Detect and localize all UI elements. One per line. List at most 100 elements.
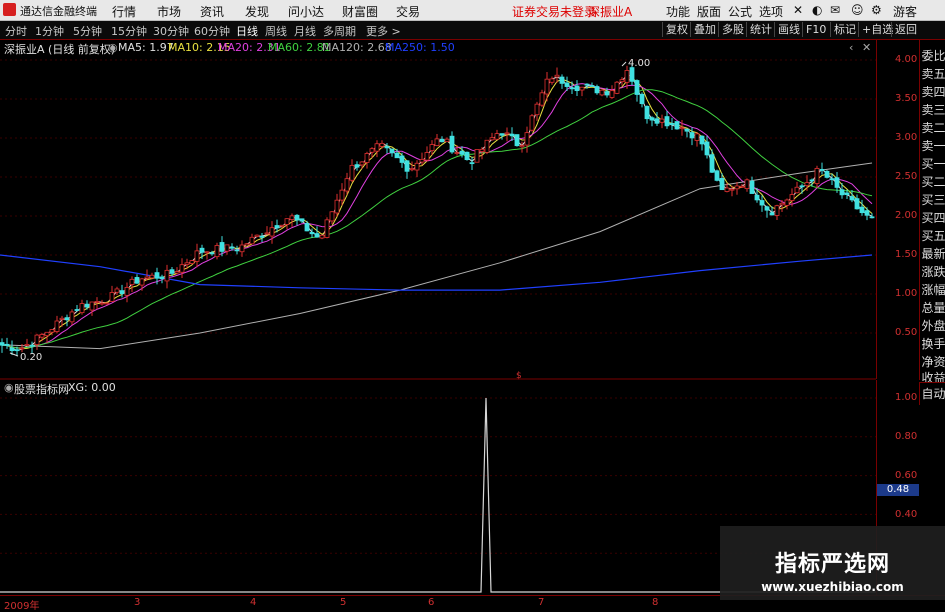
candle-body	[504, 132, 510, 135]
candle-body	[869, 216, 875, 219]
candle-body	[244, 243, 250, 246]
candle-body	[514, 134, 520, 147]
candle-body	[484, 139, 490, 153]
candle-body	[0, 342, 5, 346]
sub-chart-title: 股票指标网	[14, 383, 69, 396]
candle-body	[584, 83, 590, 86]
side-item[interactable]: 买五	[921, 226, 945, 246]
candle-body	[399, 155, 405, 163]
candle-body	[169, 269, 175, 274]
candle-body	[304, 223, 310, 232]
candle-body	[549, 78, 555, 83]
candle-body	[809, 179, 815, 182]
quote-side-panel: 委比 卖五 卖四 卖三 卖二 卖一 买一 买二 买三 买四 买五 最新 涨跌 涨…	[919, 40, 945, 385]
candle-body	[579, 86, 585, 91]
chevron-left-icon[interactable]: ‹	[849, 41, 853, 54]
watermark-url: www.xuezhibiao.com	[761, 580, 904, 594]
side-item[interactable]: 卖二	[921, 118, 945, 138]
ma5-label: MA5: 1.97	[118, 41, 174, 54]
candle-body	[54, 320, 60, 332]
candle-body	[384, 146, 390, 149]
candle-body	[264, 232, 270, 235]
candle-body	[314, 233, 320, 238]
side-item[interactable]: 涨跌	[921, 262, 945, 282]
sub-tick: 0.60	[895, 470, 918, 481]
candle-body	[149, 274, 155, 279]
indicator-settings-icon[interactable]: ◉	[108, 41, 118, 54]
price-tick: 3.50	[895, 93, 918, 104]
candle-body	[554, 74, 560, 78]
side-item[interactable]: 买一	[921, 154, 945, 174]
candle-body	[589, 85, 595, 87]
side-item[interactable]: 买二	[921, 172, 945, 192]
date-label: 7	[538, 597, 545, 608]
candle-body	[124, 286, 130, 296]
candle-body	[44, 331, 50, 337]
candle-body	[764, 206, 770, 211]
candle-body	[614, 81, 620, 94]
side-item[interactable]: 买三	[921, 190, 945, 210]
side-item[interactable]: 委比	[921, 46, 945, 66]
auto-toggle[interactable]: 自动	[919, 382, 945, 405]
candle-body	[214, 245, 220, 258]
low-price-label: 0.20	[20, 352, 42, 363]
candle-body	[409, 168, 415, 171]
side-item[interactable]: 外盘	[921, 316, 945, 336]
candle-body	[639, 93, 645, 105]
candle-body	[759, 200, 765, 206]
candle-body	[114, 288, 120, 293]
candle-body	[749, 180, 755, 194]
side-item[interactable]: 买四	[921, 208, 945, 228]
candle-body	[339, 189, 345, 201]
chart-canvas[interactable]: 4.00 0.20 $	[0, 0, 945, 609]
candle-body	[654, 118, 660, 124]
candle-body	[79, 303, 85, 314]
watermark: 指标严选网 www.xuezhibiao.com	[720, 526, 945, 600]
candle-body	[599, 89, 605, 96]
side-item[interactable]: 卖五	[921, 64, 945, 84]
candle-body	[279, 224, 285, 227]
candle-body	[239, 244, 245, 253]
candle-body	[444, 138, 450, 143]
candle-body	[794, 186, 800, 194]
candle-body	[439, 138, 445, 143]
side-item[interactable]: 卖一	[921, 136, 945, 156]
candle-body	[374, 143, 380, 152]
candle-body	[199, 247, 205, 253]
candle-body	[829, 178, 835, 181]
candle-body	[229, 246, 235, 249]
side-item[interactable]: 涨幅	[921, 280, 945, 300]
date-label: 6	[428, 597, 435, 608]
candle-body	[709, 154, 715, 173]
candle-body	[694, 133, 700, 141]
candle-body	[224, 244, 230, 252]
auto-label[interactable]: 自动	[921, 385, 945, 402]
side-item[interactable]: 卖三	[921, 100, 945, 120]
candle-body	[664, 116, 670, 127]
date-label: 5	[340, 597, 347, 608]
sub-settings-icon[interactable]: ◉	[4, 381, 14, 394]
price-tick: 0.50	[895, 327, 918, 338]
candle-body	[349, 164, 355, 181]
side-item[interactable]: 总量	[921, 298, 945, 318]
candle-body	[544, 78, 550, 95]
candle-body	[494, 133, 500, 140]
candle-body	[89, 301, 95, 311]
ma-line	[1, 89, 873, 349]
candle-body	[744, 179, 750, 190]
price-tick: 3.00	[895, 132, 918, 143]
side-item[interactable]: 换手	[921, 334, 945, 354]
side-item[interactable]: 卖四	[921, 82, 945, 102]
close-chart-icon[interactable]: ✕	[862, 41, 871, 54]
side-item[interactable]: 最新	[921, 244, 945, 264]
candle-body	[144, 276, 150, 279]
candle-body	[629, 67, 635, 82]
candle-body	[259, 235, 265, 238]
candle-body	[344, 178, 350, 192]
sub-tick: 0.40	[895, 509, 918, 520]
ma-line	[1, 74, 873, 352]
candle-body	[234, 249, 240, 252]
candle-body	[684, 128, 690, 132]
candle-body	[59, 317, 65, 320]
candle-body	[139, 278, 145, 286]
